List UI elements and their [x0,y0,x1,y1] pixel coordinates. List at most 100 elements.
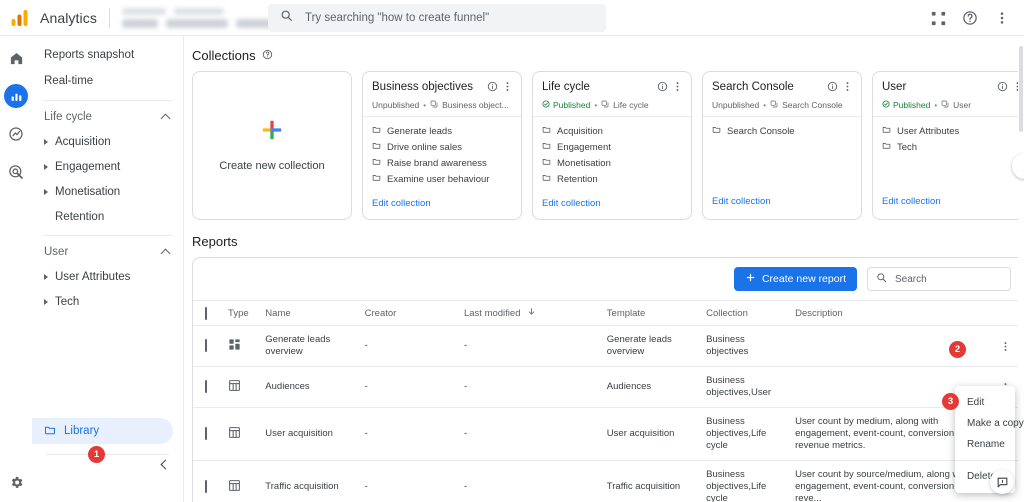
folder-icon [882,141,891,153]
card-more-options-icon[interactable] [842,79,853,97]
rail-item-advertising[interactable] [4,160,28,184]
column-header-last-modified[interactable]: Last modified [459,300,603,326]
column-header-type[interactable]: Type [224,300,262,326]
context-menu-edit[interactable]: Edit [955,392,1015,413]
collapse-nav-button[interactable] [32,455,183,470]
sidebar-item-label: Real-time [44,75,94,87]
column-header-creator[interactable]: Creator [360,300,460,326]
sidebar-item-acquisition[interactable]: Acquisition [32,129,183,154]
context-menu-rename[interactable]: Rename [955,434,1015,455]
table-row[interactable]: Generate leads overview - - Generate lea… [193,325,1023,367]
report-creator: - [360,325,460,367]
rail-item-reports[interactable] [4,84,28,108]
topic-label: Acquisition [557,125,603,137]
row-more-options-icon[interactable] [992,341,1019,352]
sidebar-group-label: User [44,246,69,258]
sidebar-footer: Library [32,418,183,470]
sidebar-item-label: Engagement [55,160,121,173]
global-search-input[interactable]: Try searching "how to create funnel" [268,4,606,32]
report-name[interactable]: Generate leads overview [261,325,361,367]
row-checkbox[interactable] [205,480,207,493]
collection-topics: User Attributes Tech [873,117,1024,191]
collection-card-business-objectives[interactable]: Business objectives Unpublished • Busine… [362,71,522,220]
table-header: Type Name Creator Last modified Template [193,300,1023,326]
report-collection: Business objectives,User [702,366,792,408]
info-icon[interactable] [487,79,498,97]
row-checkbox[interactable] [205,339,207,352]
card-header: User Published • User [873,72,1024,117]
column-header-description[interactable]: Description [791,300,988,326]
report-last-modified: - [459,366,603,408]
template-icon [770,100,778,110]
detail-report-icon [228,426,241,442]
report-name[interactable]: User acquisition [261,407,361,461]
topic-label: Search Console [727,125,795,137]
table-row[interactable]: Audiences - - Audiences Business objecti… [193,366,1023,408]
help-icon[interactable] [262,48,273,63]
rail-item-home[interactable] [4,46,28,70]
folder-icon [372,173,381,185]
left-rail [0,36,32,502]
sidebar-item-monetisation[interactable]: Monetisation [32,179,183,204]
info-icon[interactable] [827,79,838,97]
create-new-report-button[interactable]: Create new report [733,267,857,291]
sidebar-item-library[interactable]: Library [32,418,173,444]
collection-card-search-console[interactable]: Search Console Unpublished • Search Cons… [702,71,862,220]
sidebar-item-reports-snapshot[interactable]: Reports snapshot [32,42,183,68]
column-header-template[interactable]: Template [602,300,703,326]
sidebar-group-label: Life cycle [44,111,92,123]
info-icon[interactable] [657,79,668,97]
reports-search-input[interactable]: Search [867,267,1011,291]
select-all-checkbox[interactable] [205,306,207,320]
send-feedback-button[interactable] [990,470,1014,494]
edit-collection-link[interactable]: Edit collection [712,196,771,207]
page-scrollbar-thumb[interactable] [1019,46,1023,132]
report-last-modified: - [459,325,603,367]
more-options-icon[interactable] [988,4,1016,32]
table-row[interactable]: User acquisition - - User acquisition Bu… [193,407,1023,461]
edit-collection-link[interactable]: Edit collection [542,198,601,209]
topic-item: Drive online sales [372,141,512,153]
sidebar-group-life-cycle[interactable]: Life cycle [32,105,183,129]
sidebar-item-tech[interactable]: Tech [32,289,183,314]
context-menu-make-a-copy[interactable]: Make a copy [955,413,1024,434]
topic-item: User Attributes [882,125,1022,137]
edit-collection-link[interactable]: Edit collection [372,198,431,209]
report-name[interactable]: Audiences [261,366,361,408]
admin-gear-icon[interactable] [4,470,28,494]
sidebar-divider [44,235,173,236]
create-new-collection-card[interactable]: Create new collection [192,71,352,220]
card-more-options-icon[interactable] [672,79,683,97]
chevron-right-icon [1019,161,1024,171]
help-icon[interactable] [956,4,984,32]
collection-topics: Generate leads Drive online sales Raise … [363,117,521,193]
main-content: Collections Create new collection Busine… [184,36,1024,502]
detail-report-icon [228,379,241,395]
info-icon[interactable] [997,79,1008,97]
row-checkbox[interactable] [205,427,207,440]
edit-collection-link[interactable]: Edit collection [882,196,941,207]
analytics-app: Analytics Try searching "how to create f… [0,0,1024,502]
rail-item-explore[interactable] [4,122,28,146]
topic-item: Acquisition [542,125,682,137]
table-row[interactable]: Traffic acquisition - - Traffic acquisit… [193,460,1023,502]
row-checkbox[interactable] [205,380,207,393]
sort-descending-icon [527,308,536,319]
collection-card-user[interactable]: User Published • User User Attributes Te… [872,71,1024,220]
apps-grid-icon[interactable] [924,4,952,32]
sidebar-item-retention[interactable]: Retention [32,204,183,229]
column-header-name[interactable]: Name [261,300,361,326]
account-property-selector[interactable] [121,7,274,28]
collection-title: User [882,81,907,93]
card-more-options-icon[interactable] [502,79,513,97]
column-header-collection[interactable]: Collection [702,300,792,326]
reports-table: Type Name Creator Last modified Template [193,300,1023,502]
sidebar-item-real-time[interactable]: Real-time [32,68,183,94]
google-analytics-logo-icon [0,9,40,27]
search-icon [280,9,293,27]
sidebar-group-user[interactable]: User [32,240,183,264]
sidebar-item-engagement[interactable]: Engagement [32,154,183,179]
report-name[interactable]: Traffic acquisition [261,460,361,502]
collection-card-life-cycle[interactable]: Life cycle Published • Life cycle Acquis… [532,71,692,220]
sidebar-item-user-attributes[interactable]: User Attributes [32,264,183,289]
